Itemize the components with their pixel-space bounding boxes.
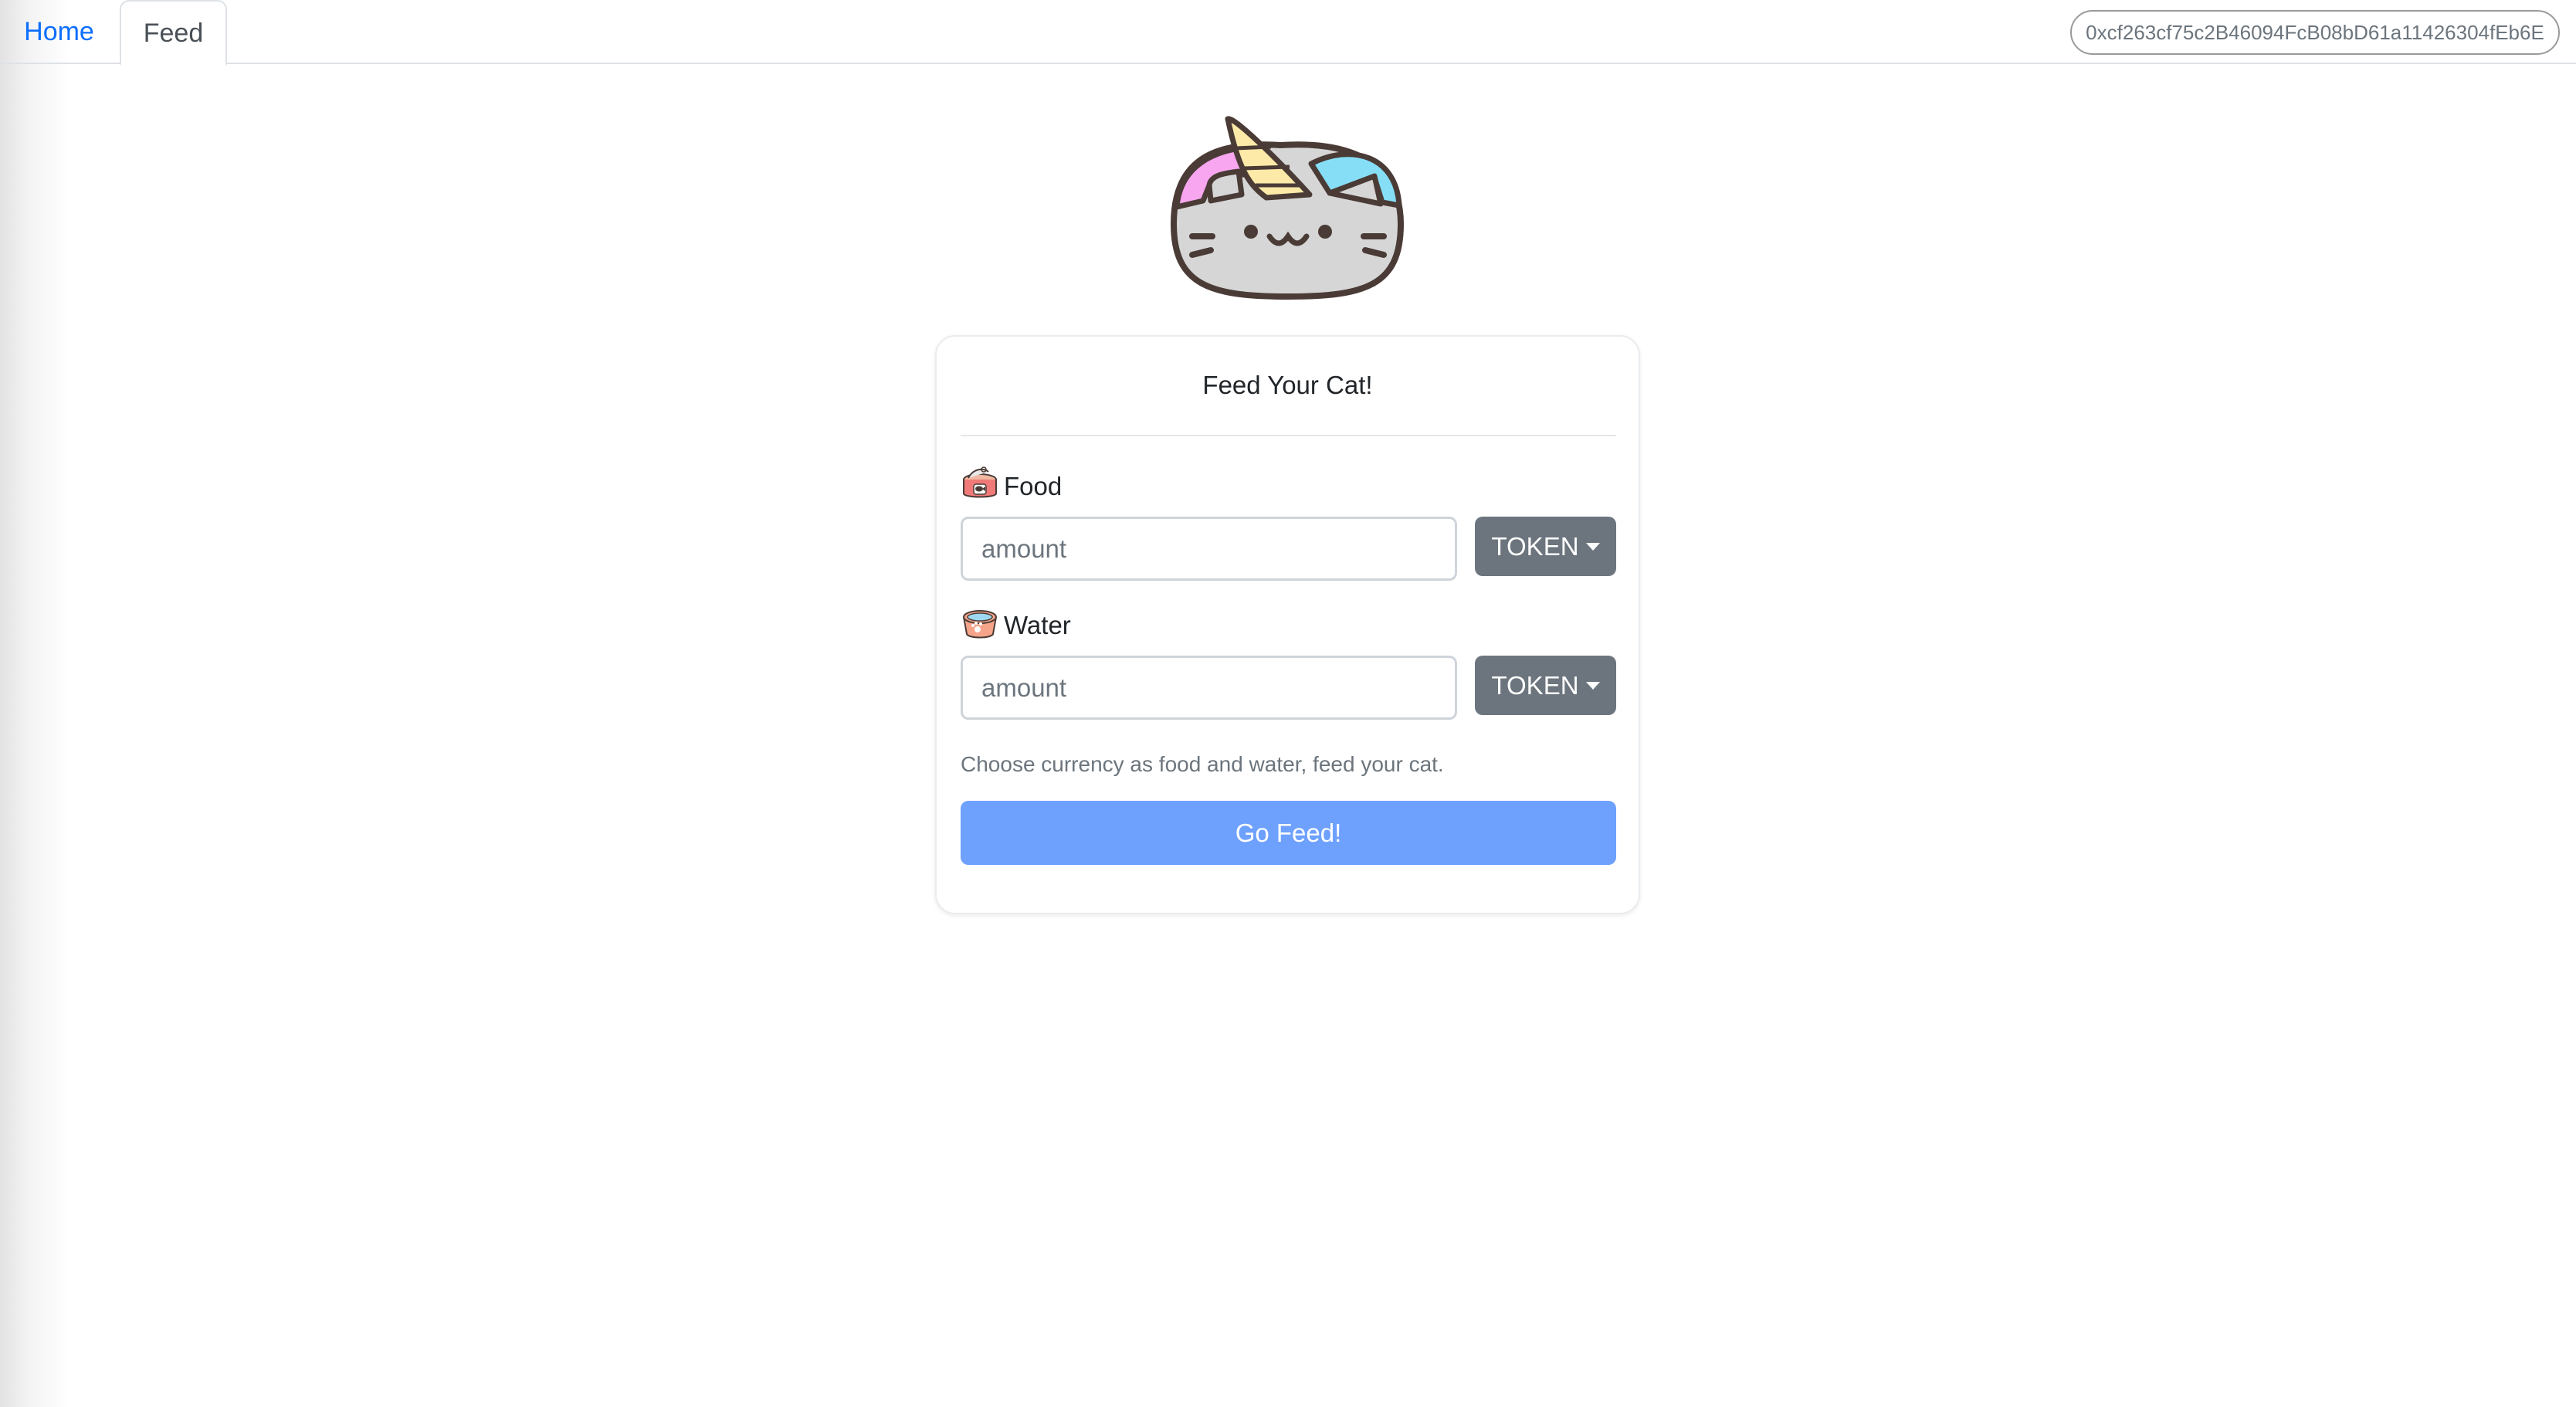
- page-left-shadow: [0, 0, 69, 1407]
- food-label: Food: [961, 466, 1063, 507]
- help-text: Choose currency as food and water, feed …: [961, 752, 1444, 776]
- cat-food-can-icon: [961, 466, 1004, 507]
- food-token-label: TOKEN: [1491, 531, 1579, 561]
- water-token-dropdown[interactable]: TOKEN: [1475, 656, 1616, 715]
- tab-home[interactable]: Home: [0, 0, 118, 64]
- food-token-dropdown[interactable]: TOKEN: [1475, 517, 1616, 576]
- water-token-label: TOKEN: [1491, 670, 1579, 700]
- water-bowl-icon: [961, 605, 1004, 646]
- caret-down-icon: [1585, 542, 1600, 551]
- food-amount-input[interactable]: [961, 517, 1457, 581]
- wallet-address-button[interactable]: 0xcf263cf75c2B46094FcB08bD61a11426304fEb…: [2070, 10, 2560, 55]
- card-divider: [961, 435, 1616, 436]
- card-title: Feed Your Cat!: [1202, 371, 1373, 399]
- caret-down-icon: [1585, 681, 1600, 690]
- tab-feed[interactable]: Feed: [120, 0, 227, 66]
- water-label-text: Water: [1004, 611, 1071, 639]
- food-label-text: Food: [1004, 472, 1063, 500]
- feed-card: Feed Your Cat! Food TOKEN: [935, 335, 1640, 914]
- water-label: Water: [961, 607, 1071, 644]
- top-nav-tabs: Home Feed 0xcf263cf75c2B46094FcB08bD61a1…: [0, 0, 2576, 66]
- go-feed-button[interactable]: Go Feed!: [961, 801, 1616, 865]
- unicorn-cat-icon: [1164, 108, 1412, 309]
- water-amount-input[interactable]: [961, 656, 1457, 720]
